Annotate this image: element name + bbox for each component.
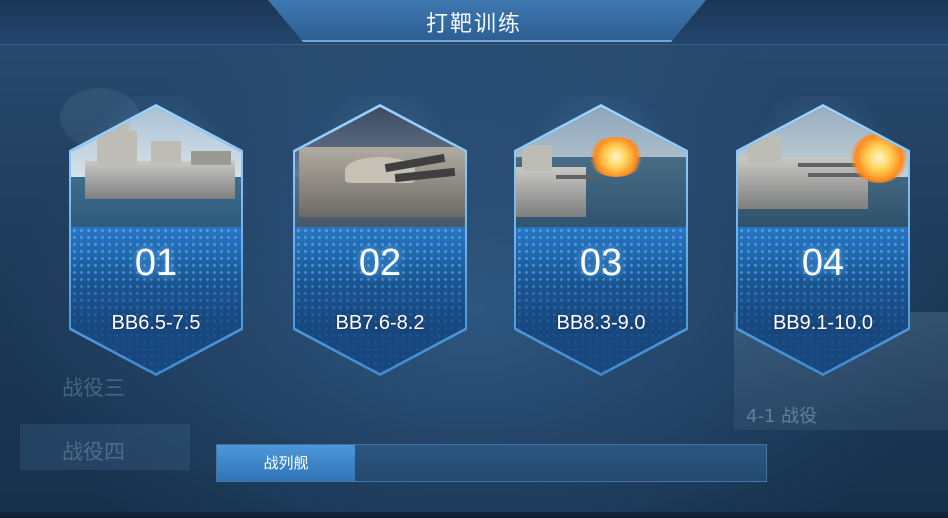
tab-battleship[interactable]: 战列舰 [217,445,355,481]
card-number: 03 [579,242,623,284]
training-card-03[interactable]: 03 BB8.3-9.0 [506,96,696,386]
card-number: 04 [801,242,845,284]
background-menu-item: 战役四 [62,440,125,464]
background-campaign-label: 4-1 战役 [746,406,818,427]
card-tier-range: BB9.1-10.0 [772,312,874,334]
card-tier-range: BB8.3-9.0 [556,312,646,334]
title-bar: 打靶训练 [0,0,948,45]
card-tier-range: BB6.5-7.5 [111,312,201,334]
training-card-02[interactable]: 02 BB7.6-8.2 [285,96,475,386]
page-title: 打靶训练 [425,12,522,37]
bottom-edge [0,512,948,518]
training-card-04[interactable]: 04 BB9.1-10.0 [728,96,918,386]
training-card-01[interactable]: 01 BB6.5-7.5 [61,96,251,386]
ship-type-tab-bar: 战列舰 [216,444,767,482]
card-number: 01 [134,242,178,284]
card-number: 02 [358,242,402,284]
card-tier-range: BB7.6-8.2 [335,312,425,334]
